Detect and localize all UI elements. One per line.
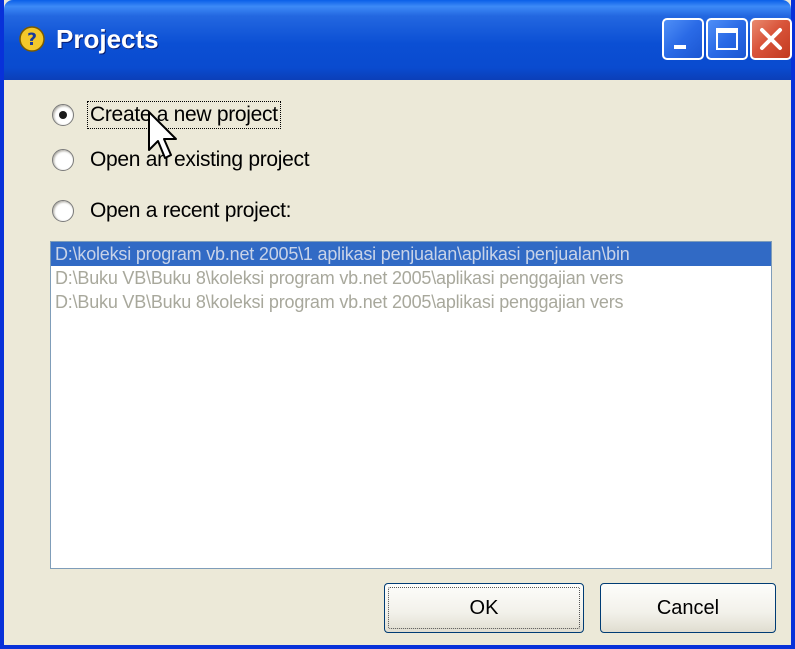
option-open-recent[interactable]: Open a recent project: (52, 196, 293, 226)
close-button[interactable] (750, 18, 792, 60)
close-icon (760, 28, 782, 50)
minimize-icon (674, 45, 686, 49)
mouse-cursor-icon (148, 111, 177, 159)
maximize-button[interactable] (706, 18, 748, 60)
maximize-icon (716, 28, 738, 50)
radio-open-existing[interactable] (52, 149, 74, 171)
cancel-label: Cancel (656, 597, 720, 619)
list-item[interactable]: D:\Buku VB\Buku 8\koleksi program vb.net… (51, 266, 771, 290)
option-label: Open a recent project: (90, 199, 292, 222)
help-icon: ? (19, 26, 45, 52)
list-item[interactable]: D:\Buku VB\Buku 8\koleksi program vb.net… (51, 290, 771, 314)
window-title: Projects (56, 24, 159, 54)
title-bar[interactable]: ? Projects (4, 0, 792, 80)
radio-selected-dot (59, 111, 67, 119)
projects-dialog: ? Projects Create a new project Open an … (0, 0, 795, 649)
radio-create-new[interactable] (52, 104, 74, 126)
recent-projects-list[interactable]: D:\koleksi program vb.net 2005\1 aplikas… (50, 241, 772, 569)
option-label: Create a new project (87, 101, 281, 129)
list-item[interactable]: D:\koleksi program vb.net 2005\1 aplikas… (51, 242, 771, 266)
ok-button[interactable]: OK (384, 583, 584, 633)
option-label: Open an existing project (90, 148, 310, 171)
focus-rect (388, 587, 580, 629)
radio-open-recent[interactable] (52, 200, 74, 222)
minimize-button[interactable] (662, 18, 704, 60)
svg-text:?: ? (27, 30, 37, 50)
cancel-button[interactable]: Cancel (600, 583, 776, 633)
